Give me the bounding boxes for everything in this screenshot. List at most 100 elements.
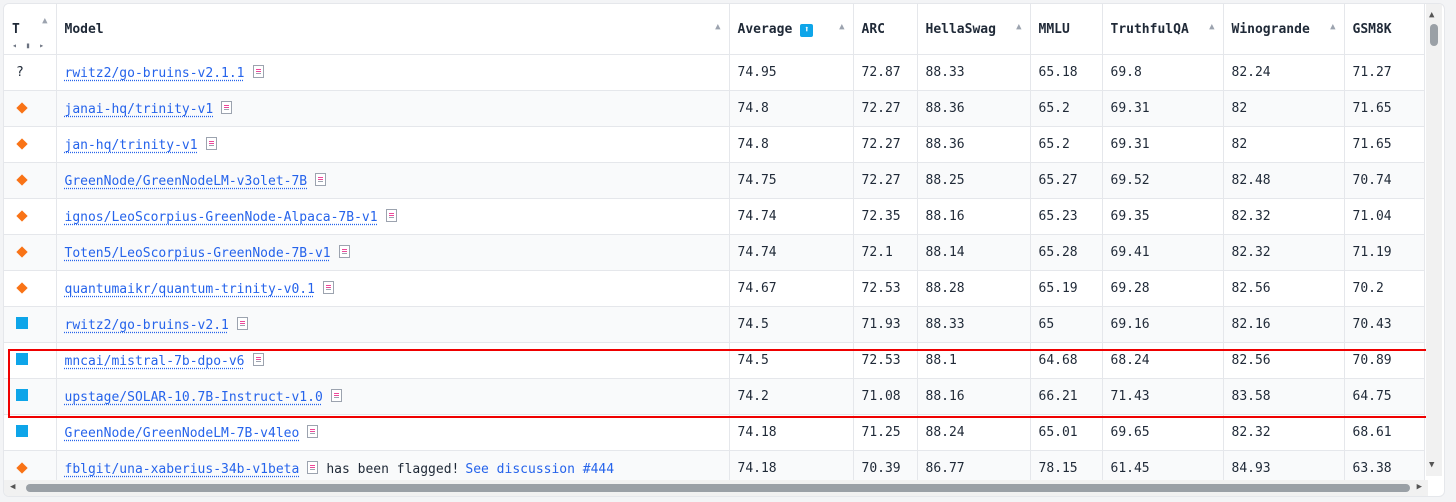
winogrande-cell: 82.56	[1223, 342, 1345, 379]
mmlu-cell: 65	[1030, 306, 1103, 343]
vertical-scroll-thumb[interactable]	[1430, 24, 1438, 46]
type-cell	[4, 306, 57, 343]
sort-arrow-icon[interactable]: ▲	[42, 16, 47, 26]
mmlu-cell: 65.19	[1030, 270, 1103, 307]
discussion-link[interactable]: See discussion #444	[465, 462, 614, 477]
gsm8k-cell: 71.19	[1344, 234, 1425, 271]
truthfulqa-cell: 69.8	[1102, 54, 1224, 91]
model-cell: rwitz2/go-bruins-v2.1.1	[56, 54, 730, 91]
scroll-down-icon[interactable]: ▼	[1429, 460, 1434, 470]
model-card-icon[interactable]	[338, 244, 350, 258]
arc-cell: 72.53	[853, 270, 918, 307]
model-card-icon[interactable]	[307, 424, 319, 438]
table-row: rwitz2/go-bruins-v2.1 74.5 71.93 88.33 65 69.…	[4, 306, 1425, 343]
model-cell: jan-hq/trinity-v1	[56, 126, 730, 163]
scroll-up-icon[interactable]: ▲	[1429, 10, 1434, 20]
sort-arrow-icon[interactable]: ▲	[1330, 22, 1335, 32]
gsm8k-header-label: GSM8K	[1352, 21, 1392, 37]
model-link[interactable]: jan-hq/trinity-v1	[65, 138, 198, 153]
fine-tuned-diamond-icon	[16, 138, 28, 150]
column-header-type[interactable]: T ▲ ◂ ▮ ▸	[4, 4, 57, 55]
gsm8k-cell: 71.65	[1344, 126, 1425, 163]
column-resize-icons[interactable]: ◂ ▮ ▸	[12, 41, 46, 50]
sort-active-icon[interactable]: ⬆	[800, 23, 814, 37]
column-header-gsm8k[interactable]: GSM8K	[1344, 4, 1425, 55]
column-header-arc[interactable]: ARC	[853, 4, 918, 55]
chat-model-square-icon	[16, 388, 28, 401]
scroll-right-icon[interactable]: ▶	[1417, 482, 1422, 492]
column-header-mmlu[interactable]: MMLU	[1030, 4, 1103, 55]
average-cell: 74.2	[729, 378, 854, 415]
gsm8k-cell: 70.74	[1344, 162, 1425, 199]
model-link[interactable]: mncai/mistral-7b-dpo-v6	[65, 354, 245, 369]
model-link[interactable]: GreenNode/GreenNodeLM-7B-v4leo	[65, 426, 300, 441]
arc-cell: 72.27	[853, 162, 918, 199]
average-cell: 74.95	[729, 54, 854, 91]
model-link[interactable]: Toten5/LeoScorpius-GreenNode-7B-v1	[65, 246, 331, 261]
arc-cell: 71.93	[853, 306, 918, 343]
scroll-left-icon[interactable]: ◀	[10, 482, 15, 492]
type-cell	[4, 126, 57, 163]
model-link[interactable]: rwitz2/go-bruins-v2.1.1	[65, 66, 245, 81]
sort-arrow-icon[interactable]: ▲	[715, 22, 720, 32]
model-link[interactable]: quantumaikr/quantum-trinity-v0.1	[65, 282, 315, 297]
average-cell: 74.74	[729, 234, 854, 271]
truthfulqa-cell: 69.28	[1102, 270, 1224, 307]
column-header-winogrande[interactable]: Winogrande ▲	[1223, 4, 1345, 55]
column-header-average[interactable]: Average ⬆ ▲	[729, 4, 854, 55]
sort-arrow-icon[interactable]: ▲	[1209, 22, 1214, 32]
horizontal-scrollbar[interactable]: ◀ ▶	[4, 480, 1428, 496]
model-card-icon[interactable]	[322, 280, 334, 294]
model-card-icon[interactable]	[315, 172, 327, 186]
model-link[interactable]: janai-hq/trinity-v1	[65, 102, 214, 117]
mmlu-cell: 65.27	[1030, 162, 1103, 199]
model-card-icon[interactable]	[385, 208, 397, 222]
model-link[interactable]: rwitz2/go-bruins-v2.1	[65, 318, 229, 333]
model-card-icon[interactable]	[330, 388, 342, 402]
mmlu-header-label: MMLU	[1038, 21, 1070, 37]
winogrande-header-label: Winogrande	[1231, 21, 1310, 37]
type-cell	[4, 270, 57, 307]
model-card-icon[interactable]	[252, 64, 264, 78]
average-cell: 74.5	[729, 306, 854, 343]
winogrande-cell: 82.24	[1223, 54, 1345, 91]
model-card-icon[interactable]	[221, 100, 233, 114]
table-row: mncai/mistral-7b-dpo-v6 74.5 72.53 88.1 64.6…	[4, 342, 1425, 379]
arc-cell: 71.25	[853, 414, 918, 451]
model-link[interactable]: GreenNode/GreenNodeLM-v3olet-7B	[65, 174, 308, 189]
arc-cell: 71.08	[853, 378, 918, 415]
model-card-icon[interactable]	[307, 460, 319, 474]
model-cell: Toten5/LeoScorpius-GreenNode-7B-v1	[56, 234, 730, 271]
column-header-hellaswag[interactable]: HellaSwag ▲	[917, 4, 1031, 55]
hellaswag-cell: 88.16	[917, 378, 1031, 415]
average-cell: 74.18	[729, 414, 854, 451]
column-header-truthfulqa[interactable]: TruthfulQA ▲	[1102, 4, 1224, 55]
hellaswag-cell: 88.1	[917, 342, 1031, 379]
column-header-model[interactable]: Model ▲	[56, 4, 730, 55]
vertical-scrollbar[interactable]: ▲ ▼	[1426, 4, 1442, 476]
hellaswag-cell: 88.33	[917, 306, 1031, 343]
type-cell	[4, 378, 57, 415]
unknown-type-label: ?	[16, 65, 24, 80]
sort-arrow-icon[interactable]: ▲	[1016, 22, 1021, 32]
model-link[interactable]: upstage/SOLAR-10.7B-Instruct-v1.0	[65, 390, 323, 405]
leaderboard-table: T ▲ ◂ ▮ ▸ Model ▲ Average ⬆ ▲ ARC HellaSw…	[4, 4, 1425, 487]
model-card-icon[interactable]	[252, 352, 264, 366]
winogrande-cell: 83.58	[1223, 378, 1345, 415]
average-cell: 74.74	[729, 198, 854, 235]
horizontal-scroll-thumb[interactable]	[26, 484, 1410, 492]
mmlu-cell: 65.2	[1030, 126, 1103, 163]
model-link[interactable]: fblgit/una-xaberius-34b-v1beta	[65, 462, 300, 477]
table-row: GreenNode/GreenNodeLM-v3olet-7B 74.75 72.2…	[4, 162, 1425, 199]
sort-arrow-icon[interactable]: ▲	[839, 22, 844, 32]
average-cell: 74.67	[729, 270, 854, 307]
truthfulqa-cell: 69.35	[1102, 198, 1224, 235]
model-cell: mncai/mistral-7b-dpo-v6	[56, 342, 730, 379]
mmlu-cell: 65.23	[1030, 198, 1103, 235]
model-link[interactable]: ignos/LeoScorpius-GreenNode-Alpaca-7B-v1	[65, 210, 378, 225]
winogrande-cell: 82.48	[1223, 162, 1345, 199]
truthfulqa-cell: 69.31	[1102, 90, 1224, 127]
model-cell: GreenNode/GreenNodeLM-v3olet-7B	[56, 162, 730, 199]
model-card-icon[interactable]	[205, 136, 217, 150]
model-card-icon[interactable]	[236, 316, 248, 330]
